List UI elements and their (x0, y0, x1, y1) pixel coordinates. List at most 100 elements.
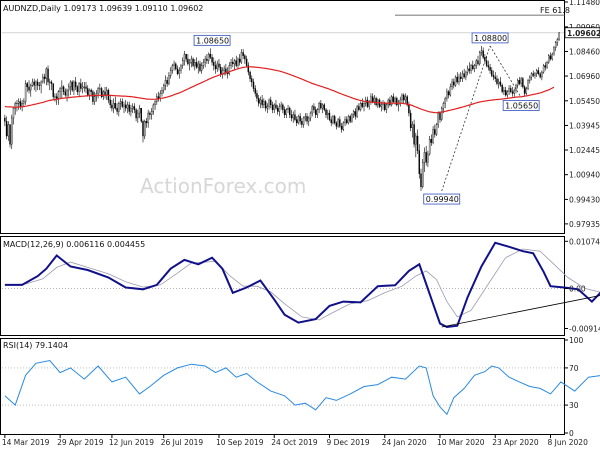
bull-candle (525, 88, 528, 94)
bull-candle (513, 89, 515, 94)
bear-candle (314, 109, 317, 115)
bear-candle (389, 99, 391, 106)
bull-candle (458, 76, 460, 83)
price-y-tick-label: 1.05450 (569, 97, 600, 106)
bear-candle (418, 150, 420, 174)
bull-candle (351, 114, 353, 122)
bear-candle (33, 81, 35, 86)
bear-candle (47, 68, 49, 83)
bear-candle (492, 75, 495, 78)
bull-candle (516, 80, 519, 86)
bull-candle (302, 117, 305, 125)
bear-candle (325, 109, 327, 115)
bull-candle (404, 96, 407, 101)
bear-candle (330, 119, 332, 124)
bear-candle (257, 98, 260, 104)
bull-candle (112, 103, 115, 109)
bear-candle (477, 60, 479, 65)
bull-candle (363, 103, 365, 107)
bull-candle (373, 98, 376, 102)
bull-candle (451, 81, 453, 88)
bear-candle (354, 111, 357, 117)
macd-title: MACD(12,26,9) 0.006116 0.004455 (3, 240, 145, 249)
bull-candle (311, 106, 313, 114)
bear-candle (62, 86, 65, 92)
bear-candle (447, 91, 450, 96)
bear-candle (409, 112, 412, 129)
bull-candle (530, 73, 533, 78)
bull-candle (59, 88, 61, 92)
bull-candle (520, 78, 522, 84)
price-label: 1.05650 (505, 102, 538, 111)
bull-candle (102, 91, 105, 97)
bear-candle (371, 96, 374, 102)
bull-candle (207, 53, 210, 61)
bull-candle (558, 32, 560, 40)
bull-candle (553, 47, 555, 55)
last-price-label: 1.09602 (567, 29, 600, 38)
bull-candle (93, 96, 96, 102)
bull-candle (35, 81, 37, 86)
bear-candle (252, 81, 255, 89)
bear-candle (299, 116, 301, 122)
bull-candle (435, 124, 438, 135)
bear-candle (434, 129, 436, 135)
watermark: ActionForex.com (140, 174, 306, 198)
bear-candle (254, 88, 256, 94)
bull-candle (88, 89, 91, 96)
bear-candle (290, 114, 293, 119)
price-label: 1.08800 (474, 34, 507, 43)
bear-candle (87, 88, 89, 96)
x-tick-label: 23 Apr 2020 (492, 438, 539, 447)
price-y-tick-label: 1.03945 (569, 121, 600, 130)
bear-candle (320, 103, 322, 109)
bear-candle (463, 73, 465, 78)
bull-candle (449, 86, 452, 96)
bear-candle (175, 63, 177, 70)
bull-candle (161, 89, 163, 94)
bull-candle (30, 85, 32, 91)
bull-candle (332, 116, 334, 124)
bull-candle (78, 83, 80, 92)
bear-candle (111, 104, 113, 109)
bear-candle (346, 119, 348, 124)
bear-candle (537, 70, 540, 74)
rsi-y-tick-label: 70 (569, 364, 579, 373)
bear-candle (544, 65, 547, 68)
bull-candle (81, 86, 84, 89)
bear-candle (494, 76, 496, 79)
bull-candle (178, 70, 180, 74)
bear-candle (121, 101, 123, 107)
bear-candle (358, 106, 360, 110)
bull-candle (106, 89, 108, 96)
bull-candle (11, 117, 13, 145)
bear-candle (149, 112, 151, 115)
bear-candle (499, 81, 502, 86)
bull-candle (423, 152, 426, 163)
bull-candle (204, 58, 206, 63)
bear-candle (28, 86, 30, 91)
bull-candle (529, 76, 531, 81)
bull-candle (466, 68, 469, 73)
bull-candle (535, 70, 538, 74)
bear-candle (5, 121, 8, 137)
bull-candle (237, 58, 239, 66)
bear-candle (36, 81, 39, 86)
bear-candle (491, 70, 493, 76)
bull-candle (309, 112, 312, 119)
bear-candle (335, 122, 338, 127)
bear-candle (459, 76, 462, 79)
chart-background (0, 0, 600, 450)
price-title: AUDNZD,Daily 1.09173 1.09639 1.09110 1.0… (3, 4, 203, 13)
bull-candle (415, 135, 417, 145)
bull-candle (126, 104, 129, 109)
rsi-title: RSI(14) 79.1404 (3, 341, 68, 350)
bear-candle (74, 81, 77, 88)
bear-candle (392, 96, 395, 102)
bull-candle (12, 107, 15, 119)
bear-candle (157, 96, 160, 99)
bear-candle (301, 121, 303, 125)
rsi-y-tick-label: 0 (569, 429, 574, 438)
bull-candle (475, 60, 477, 66)
bull-candle (292, 114, 294, 119)
